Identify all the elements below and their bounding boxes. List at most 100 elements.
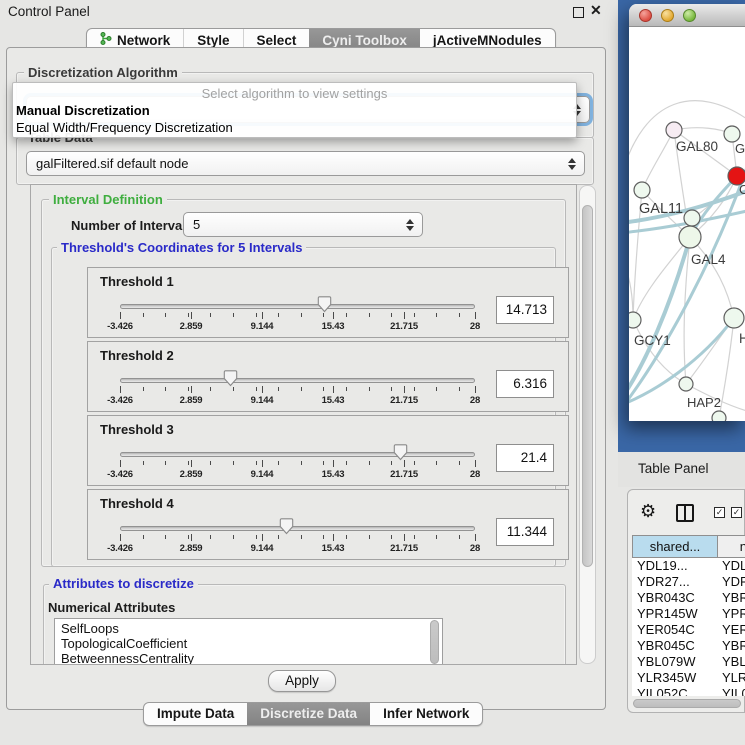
tab-label: Network: [117, 33, 170, 48]
attribute-item[interactable]: BetweennessCentrality: [55, 651, 442, 665]
node[interactable]: [724, 126, 740, 142]
table-data-combobox[interactable]: galFiltered.sif default node: [26, 151, 585, 176]
minor-tick: [459, 535, 460, 539]
network-canvas[interactable]: GAL80GACGAL11GAL4HGCY1HAP2: [629, 27, 745, 421]
table-row[interactable]: YDR27...YDR2: [632, 574, 745, 590]
checkbox-icon[interactable]: ✓: [731, 507, 742, 518]
node[interactable]: [684, 210, 700, 226]
tab-impute-data[interactable]: Impute Data: [144, 703, 247, 725]
settings-gear-icon[interactable]: ⚙: [640, 501, 656, 522]
minimize-traffic-light-icon[interactable]: [661, 9, 674, 22]
float-window-icon[interactable]: [573, 7, 584, 18]
node-gal11[interactable]: [634, 182, 650, 198]
minor-tick: [143, 387, 144, 391]
major-tick: [475, 534, 476, 541]
node-label: GAL80: [676, 139, 718, 154]
minor-tick: [165, 313, 166, 317]
column-header-shared[interactable]: shared...: [632, 535, 718, 558]
threshold-slider-handle[interactable]: [223, 370, 238, 387]
node-h[interactable]: [724, 308, 744, 328]
node-gal4[interactable]: [679, 226, 701, 248]
split-view-icon[interactable]: [676, 504, 694, 522]
close-traffic-light-icon[interactable]: [639, 9, 652, 22]
node-hap2[interactable]: [679, 377, 693, 391]
threshold-slider-track[interactable]: [120, 304, 475, 309]
tick-label: 15.43: [308, 543, 358, 554]
table-row[interactable]: YBR043CYBR0: [632, 590, 745, 606]
table-row[interactable]: YDL19... YDL1: [632, 558, 745, 574]
minor-tick: [278, 313, 279, 317]
minor-tick: [188, 535, 189, 539]
minor-tick: [188, 461, 189, 465]
table-row[interactable]: YBL079WYBL0: [632, 654, 745, 670]
attribute-item[interactable]: TopologicalCoefficient: [55, 636, 442, 651]
threshold-slider-handle[interactable]: [279, 518, 294, 535]
threshold-value-field[interactable]: 21.4: [496, 444, 554, 472]
cell-name: YDL1: [722, 558, 745, 574]
tick-label: 28: [450, 395, 500, 406]
threshold-value-field[interactable]: 11.344: [496, 518, 554, 546]
popup-option[interactable]: Equal Width/Frequency Discretization: [13, 119, 576, 136]
threshold-label: Threshold 2: [100, 348, 174, 363]
table-data-combobox-value: galFiltered.sif default node: [36, 156, 188, 171]
table-hscrollbar[interactable]: [633, 699, 741, 708]
table-row[interactable]: YPR145WYPR1: [632, 606, 745, 622]
edge[interactable]: [633, 237, 690, 320]
checkbox-icon[interactable]: ✓: [714, 507, 725, 518]
edge[interactable]: [690, 237, 734, 318]
minor-tick: [143, 461, 144, 465]
combo-arrows-icon: [568, 158, 576, 170]
threshold-slider-handle[interactable]: [393, 444, 408, 461]
minor-tick: [278, 535, 279, 539]
column-header-name[interactable]: na: [717, 535, 745, 558]
table-row[interactable]: YIL052CYIL0: [632, 686, 745, 696]
cell-shared-name: YPR145W: [637, 606, 698, 622]
edge[interactable]: [674, 128, 732, 134]
minor-tick: [346, 461, 347, 465]
attributes-scrollbar[interactable]: [430, 620, 439, 664]
zoom-traffic-light-icon[interactable]: [683, 9, 696, 22]
minor-tick: [210, 461, 211, 465]
node[interactable]: [712, 411, 726, 421]
tab-infer-network[interactable]: Infer Network: [370, 703, 482, 725]
tick-label: 28: [450, 543, 500, 554]
settings-scrollbar-thumb[interactable]: [582, 205, 593, 567]
threshold-slider-track[interactable]: [120, 452, 475, 457]
minor-tick: [256, 535, 257, 539]
popup-option[interactable]: Manual Discretization: [13, 102, 576, 119]
attribute-item[interactable]: SelfLoops: [55, 621, 442, 636]
algorithm-dropdown-popup: Select algorithm to view settingsManual …: [12, 82, 577, 138]
interval-group-title: Interval Definition: [49, 193, 167, 206]
edge[interactable]: [642, 130, 674, 190]
table-row[interactable]: YLR345WYLR3: [632, 670, 745, 686]
table-rows: YDL19... YDL1YDR27...YDR2YBR043CYBR0YPR14…: [632, 558, 745, 696]
minor-tick: [346, 313, 347, 317]
threshold-panel: Threshold 3-3.4262.8599.14415.4321.71528…: [87, 415, 569, 486]
network-window-titlebar: [629, 4, 745, 27]
threshold-value-field[interactable]: 6.316: [496, 370, 554, 398]
threshold-slider-track[interactable]: [120, 526, 475, 531]
network-window[interactable]: GAL80GACGAL11GAL4HGCY1HAP2: [629, 4, 745, 421]
minor-tick: [210, 535, 211, 539]
attributes-listbox[interactable]: SelfLoopsTopologicalCoefficientBetweenne…: [54, 618, 443, 665]
threshold-slider-track[interactable]: [120, 378, 475, 383]
close-icon[interactable]: ✕: [590, 2, 602, 19]
minor-tick: [436, 535, 437, 539]
node-gcy1[interactable]: [629, 312, 641, 328]
table-row[interactable]: YBR045CYBR0: [632, 638, 745, 654]
edge[interactable]: [629, 257, 633, 320]
cell-shared-name: YDL19...: [637, 558, 688, 574]
minor-tick: [188, 387, 189, 391]
numerical-attributes-label: Numerical Attributes: [48, 600, 175, 615]
intervals-combobox[interactable]: 5: [183, 212, 423, 237]
threshold-slider-handle[interactable]: [317, 296, 332, 313]
node-label: GAL11: [639, 201, 683, 217]
threshold-value-field[interactable]: 14.713: [496, 296, 554, 324]
apply-button[interactable]: Apply: [268, 670, 336, 692]
tab-discretize-data[interactable]: Discretize Data: [247, 703, 370, 725]
minor-tick: [369, 387, 370, 391]
table-row[interactable]: YER054CYER0: [632, 622, 745, 638]
node-gal80[interactable]: [666, 122, 682, 138]
minor-tick: [301, 313, 302, 317]
major-tick: [191, 534, 192, 541]
